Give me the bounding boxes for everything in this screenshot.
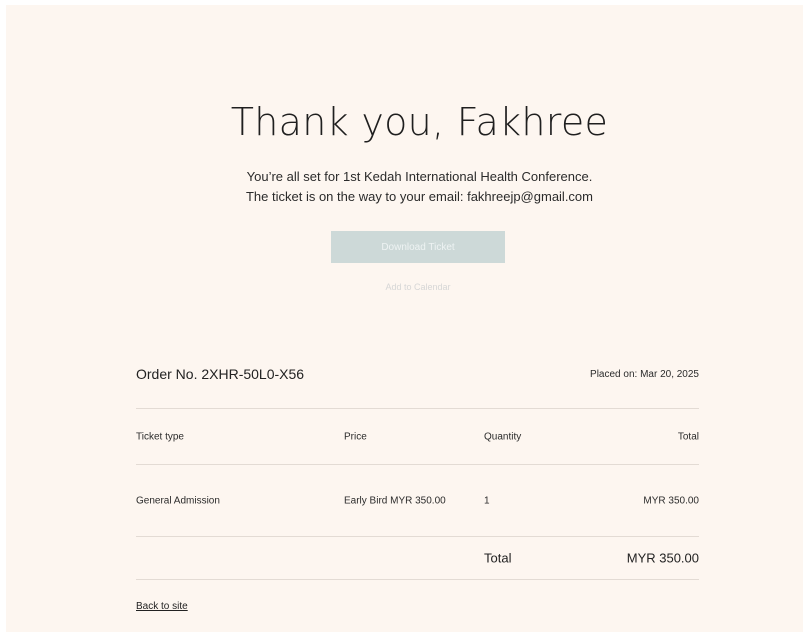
download-ticket-button[interactable]: Download Ticket xyxy=(331,231,505,263)
order-placed-date: Placed on: Mar 20, 2025 xyxy=(590,369,699,380)
column-header-price: Price xyxy=(344,431,367,442)
order-header: Order No. 2XHR-50L0-X56 Placed on: Mar 2… xyxy=(136,363,699,408)
event-confirmation-text: You’re all set for 1st Kedah Internation… xyxy=(246,169,593,184)
add-to-calendar-link[interactable]: Add to Calendar xyxy=(331,282,505,292)
column-header-ticket-type: Ticket type xyxy=(136,431,184,442)
ticket-total-cell: MYR 350.00 xyxy=(643,495,699,506)
order-total-value: MYR 350.00 xyxy=(626,550,699,566)
order-number: Order No. 2XHR-50L0-X56 xyxy=(136,366,305,382)
table-header-row: Ticket type Price Quantity Total xyxy=(136,409,699,464)
ticket-quantity-cell: 1 xyxy=(484,495,490,506)
email-confirmation-text: The ticket is on the way to your email: … xyxy=(245,189,593,204)
page-title: Thank you, Fakhree xyxy=(230,100,609,144)
divider xyxy=(136,579,699,580)
ticket-type-cell: General Admission xyxy=(136,495,220,506)
column-header-quantity: Quantity xyxy=(484,431,522,442)
confirmation-page: Thank you, Fakhree You’re all set for 1s… xyxy=(6,5,803,632)
order-total-label: Total xyxy=(484,550,512,566)
ticket-price-cell: Early Bird MYR 350.00 xyxy=(344,495,446,506)
back-to-site-link[interactable]: Back to site xyxy=(136,601,188,612)
order-total-row: Total MYR 350.00 xyxy=(136,537,699,579)
table-row: General Admission Early Bird MYR 350.00 … xyxy=(136,465,699,536)
order-summary: Order No. 2XHR-50L0-X56 Placed on: Mar 2… xyxy=(136,363,699,580)
column-header-total: Total xyxy=(677,431,699,442)
